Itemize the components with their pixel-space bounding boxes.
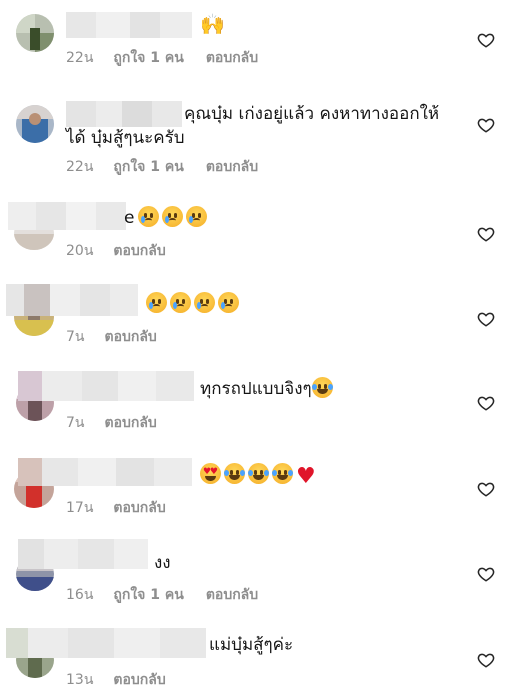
comment-text: e (124, 206, 210, 231)
likes-count-link[interactable]: ถูกใจ 1 คน (113, 47, 183, 69)
comment-time: 22น (66, 159, 94, 175)
comment-text (146, 292, 242, 317)
crying-face-icon (194, 292, 215, 313)
face-with-tears-of-joy-icon (311, 377, 333, 398)
heart-outline-icon[interactable] (477, 565, 495, 583)
comment-meta: 7น ตอบกลับ (66, 412, 157, 434)
crying-face-icon (170, 292, 191, 313)
comment-item: แม่บุ๋มสู้ๆค่ะ 13น ตอบกลับ (0, 622, 521, 696)
comment-time: 20น (66, 243, 94, 259)
avatar[interactable] (16, 14, 54, 52)
reply-button[interactable]: ตอบกลับ (206, 47, 258, 69)
comment-time: 16น (66, 587, 94, 603)
comment-item: งง 16น ถูกใจ 1 คน ตอบกลับ (0, 535, 521, 605)
username-blurred[interactable] (66, 12, 192, 38)
username-blurred[interactable] (6, 628, 206, 658)
raising-hands-icon: 🙌 (200, 12, 225, 36)
red-heart-icon: ♥ (296, 464, 316, 489)
comment-meta: 22น ถูกใจ 1 คน ตอบกลับ (66, 47, 258, 69)
reply-button[interactable]: ตอบกลับ (104, 326, 156, 348)
avatar[interactable] (16, 105, 54, 143)
face-with-tears-of-joy-icon (272, 463, 293, 484)
comment-item: ♥ ♥ ♥ 17น ตอบกลับ (0, 452, 521, 522)
crying-face-icon (218, 292, 239, 313)
reply-button[interactable]: ตอบกลับ (104, 412, 156, 434)
comment-text-line2: ได้ บุ๋มสู้ๆนะครับ (66, 128, 185, 148)
face-with-tears-of-joy-icon (224, 463, 245, 484)
username-blurred[interactable] (66, 101, 182, 127)
heart-outline-icon[interactable] (477, 310, 495, 328)
comment-time: 22น (66, 50, 94, 66)
comment-meta: 7น ตอบกลับ (66, 326, 157, 348)
comment-item: e 20น ตอบกลับ (0, 198, 521, 266)
crying-face-icon (162, 206, 184, 227)
comment-meta: 17น ตอบกลับ (66, 497, 166, 519)
likes-count-link[interactable]: ถูกใจ 1 คน (113, 584, 183, 606)
comment-text-fragment: ทุกรถปแบบจิงๆ (200, 379, 312, 399)
comment-item: ทุกรถปแบบจิงๆ 7น ตอบกลับ (0, 367, 521, 437)
reply-button[interactable]: ตอบกลับ (113, 240, 165, 262)
reply-button[interactable]: ตอบกลับ (206, 156, 258, 178)
heart-outline-icon[interactable] (477, 225, 495, 243)
crying-face-icon (186, 206, 208, 227)
comment-item: 🙌 22น ถูกใจ 1 คน ตอบกลับ (0, 0, 521, 85)
comment-text: ♥ ♥ ♥ (200, 463, 316, 488)
comment-meta: 22น ถูกใจ 1 คน ตอบกลับ (66, 156, 258, 178)
reply-button[interactable]: ตอบกลับ (113, 669, 165, 691)
comment-meta: 16น ถูกใจ 1 คน ตอบกลับ (66, 584, 258, 606)
crying-face-icon (146, 292, 167, 313)
comment-item: คุณบุ๋ม เก่งอยู่แล้ว คงหาทางออกให้ ได้ บ… (0, 95, 521, 185)
username-blurred[interactable] (18, 371, 194, 401)
username-blurred[interactable] (18, 458, 192, 486)
comment-time: 7น (66, 415, 85, 431)
comment-text-fragment: e (124, 208, 135, 228)
comment-time: 17น (66, 500, 94, 516)
username-blurred[interactable] (8, 202, 126, 230)
face-with-tears-of-joy-icon (248, 463, 269, 484)
heart-outline-icon[interactable] (477, 394, 495, 412)
comment-text: แม่บุ๋มสู้ๆค่ะ (209, 635, 294, 655)
comment-time: 7น (66, 329, 85, 345)
crying-face-icon (138, 206, 160, 227)
comment-item: 7น ตอบกลับ (0, 280, 521, 350)
heart-outline-icon[interactable] (477, 31, 495, 49)
comment-text: ทุกรถปแบบจิงๆ (200, 377, 336, 402)
heart-eyes-face-icon: ♥ ♥ (200, 463, 221, 484)
comment-time: 13น (66, 672, 94, 688)
comment-text: 🙌 (200, 12, 225, 37)
likes-count-link[interactable]: ถูกใจ 1 คน (113, 156, 183, 178)
comment-meta: 13น ตอบกลับ (66, 669, 166, 691)
comment-meta: 20น ตอบกลับ (66, 240, 166, 262)
reply-button[interactable]: ตอบกลับ (113, 497, 165, 519)
heart-outline-icon[interactable] (477, 480, 495, 498)
username-blurred[interactable] (6, 284, 138, 316)
heart-outline-icon[interactable] (477, 651, 495, 669)
username-blurred[interactable] (18, 539, 148, 569)
comment-text: งง (154, 553, 171, 573)
heart-outline-icon[interactable] (477, 116, 495, 134)
comment-text: คุณบุ๋ม เก่งอยู่แล้ว คงหาทางออกให้ (184, 104, 440, 124)
reply-button[interactable]: ตอบกลับ (206, 584, 258, 606)
